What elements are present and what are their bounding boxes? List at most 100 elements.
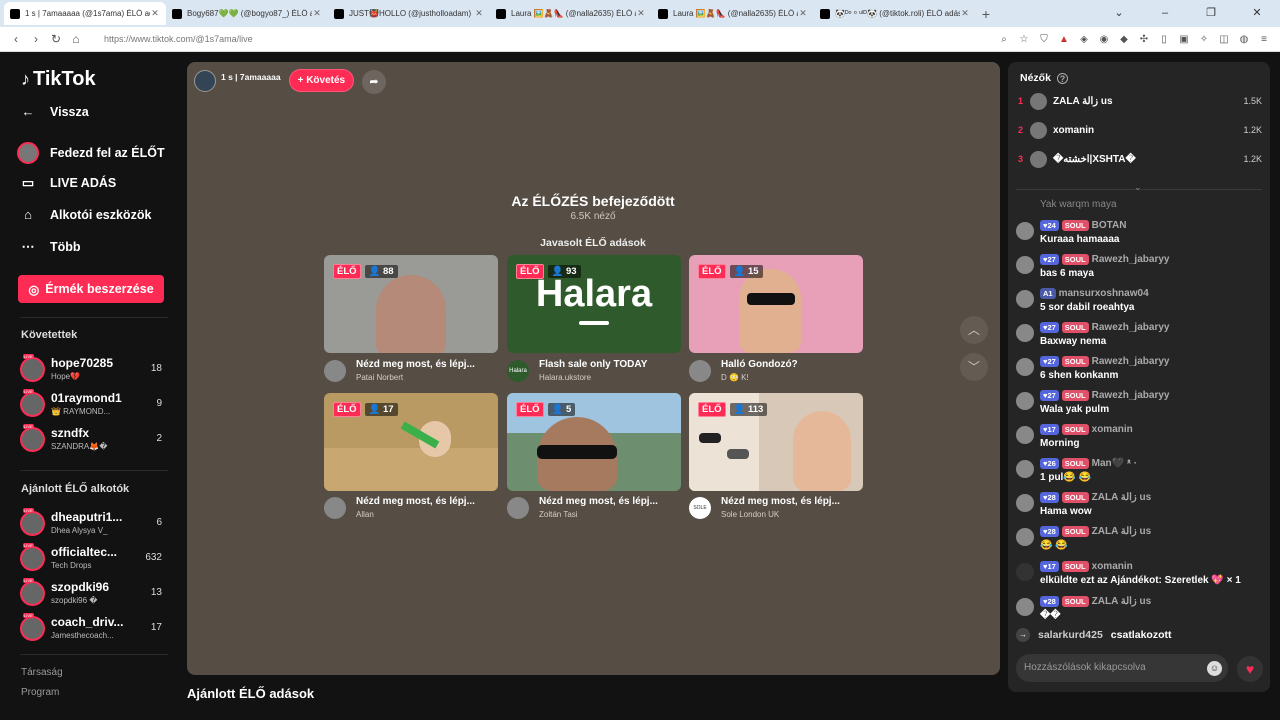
nav-live-broadcast[interactable]: ▭ LIVE ADÁS: [20, 175, 116, 191]
close-tab-icon[interactable]: ✕: [636, 8, 646, 19]
avatar[interactable]: [1016, 460, 1034, 478]
chat-user[interactable]: ZALA زالة us: [1092, 596, 1152, 607]
shield-icon[interactable]: ⛉: [1034, 34, 1054, 45]
following-item[interactable]: LIVE 01raymond1 👑 RAYMOND... 9: [20, 389, 166, 421]
top-viewer-row[interactable]: 2 xomanin 1.2K: [1018, 121, 1262, 141]
recommended-item[interactable]: LIVE szopdki96 szopdki96 � 13: [20, 578, 166, 610]
warning-icon[interactable]: ▲: [1054, 34, 1074, 45]
menu-icon[interactable]: ≡: [1254, 34, 1274, 45]
close-tab-icon[interactable]: ✕: [150, 8, 160, 19]
close-tab-icon[interactable]: ✕: [312, 8, 322, 19]
recommended-item[interactable]: LIVE officialtec... Tech Drops 632: [20, 543, 166, 575]
tiktok-logo[interactable]: ♪ TikTok: [21, 68, 96, 91]
minimize-icon[interactable]: –: [1142, 0, 1188, 27]
close-window-icon[interactable]: ✕: [1234, 0, 1280, 27]
like-heart-button[interactable]: ♥: [1237, 656, 1263, 682]
back-button[interactable]: ← Vissza: [20, 104, 89, 119]
avatar[interactable]: [1016, 324, 1034, 342]
avatar[interactable]: [1016, 290, 1034, 308]
following-item[interactable]: LIVE szndfx SZANDRA🦊� 2: [20, 424, 166, 456]
live-card-info[interactable]: Nézd meg most, és lépj... Patai Norbert: [324, 357, 498, 385]
browser-tab[interactable]: Bogy687💚💚 (@bogyo87_) ÉLŐ a ✕: [166, 2, 328, 25]
share-button[interactable]: ➦: [362, 70, 386, 94]
bookmark-star-icon[interactable]: ☆: [1014, 34, 1034, 45]
browser-tab[interactable]: Laura 🖼️🧸👠 (@nalla2635) ÉLŐ adá ✕: [490, 2, 652, 25]
chat-user[interactable]: Rawezh_jabaryy: [1092, 254, 1170, 265]
host-name[interactable]: 1 s | 7amaaaaa: [221, 72, 281, 82]
help-icon[interactable]: ?: [1056, 72, 1068, 84]
url-field[interactable]: https://www.tiktok.com/@1s7ama/live: [104, 34, 994, 44]
browser-tab[interactable]: Laura 🖼️🧸👠 (@nalla2635) ÉLŐ adá ✕: [652, 2, 814, 25]
live-card-thumbnail[interactable]: ÉLŐ 👤 17: [324, 393, 498, 491]
zoom-icon[interactable]: ⌕: [994, 34, 1014, 45]
extension-icon[interactable]: ◉: [1094, 34, 1114, 45]
extension-icon[interactable]: ◆: [1114, 34, 1134, 45]
live-card-thumbnail[interactable]: ÉLŐ 👤 15: [689, 255, 863, 353]
chat-user[interactable]: xomanin: [1092, 561, 1133, 572]
host-avatar[interactable]: [194, 69, 216, 92]
chat-user[interactable]: Man🖤 ᵜ ·: [1092, 458, 1137, 469]
collections-icon[interactable]: ◫: [1214, 34, 1234, 45]
avatar[interactable]: [1016, 528, 1034, 546]
avatar[interactable]: [1016, 392, 1034, 410]
chat-user[interactable]: BOTAN: [1092, 220, 1127, 231]
live-card-info[interactable]: SOLE Nézd meg most, és lépj... Sole London…: [689, 494, 863, 522]
follow-button[interactable]: + Követés: [288, 69, 355, 92]
live-card-thumbnail[interactable]: ÉLŐ 👤 88: [324, 255, 498, 353]
emoji-icon[interactable]: ☺: [1207, 661, 1222, 676]
avatar[interactable]: [1016, 494, 1034, 512]
live-card-thumbnail[interactable]: ÉLŐ 👤 5: [507, 393, 681, 491]
chat-user[interactable]: ZALA زالة us: [1092, 492, 1152, 503]
scroll-down-button[interactable]: ﹀: [960, 353, 988, 381]
live-card-info[interactable]: Halló Gondozó? D 😳 K!: [689, 357, 863, 385]
maximize-icon[interactable]: ❐: [1188, 0, 1234, 27]
following-item[interactable]: LIVE hope70285 Hope💔 18: [20, 354, 166, 386]
chat-user[interactable]: Rawezh_jabaryy: [1092, 356, 1170, 367]
footer-link-program[interactable]: Program: [21, 687, 59, 698]
browser-tab[interactable]: JUST👹HOLLO (@justholloadam) ÉL ✕: [328, 2, 490, 25]
scroll-up-button[interactable]: ︿: [960, 316, 988, 344]
forward-arrow-icon[interactable]: ›: [26, 32, 46, 46]
avatar[interactable]: [1016, 598, 1034, 616]
nav-explore-live[interactable]: Fedezd fel az ÉLŐT: [17, 142, 165, 164]
sidebar-icon[interactable]: ▯: [1154, 34, 1174, 45]
live-card-info[interactable]: Halara Flash sale only TODAY Halara.ukstor…: [507, 357, 681, 385]
browser-tab[interactable]: 1 s | 7amaaaaa (@1s7ama) ÉLŐ ad ✕: [4, 2, 166, 25]
new-tab-button[interactable]: +: [976, 6, 996, 22]
avatar[interactable]: [1016, 256, 1034, 274]
puzzle-icon[interactable]: ✣: [1134, 34, 1154, 45]
browser-tab[interactable]: 🐼ᴰᵒ ᵒ ᵘᴵᴰ🐼 (@tiktok.roli) ÉLŐ adás ✕: [814, 2, 976, 25]
avatar[interactable]: [1016, 358, 1034, 376]
chat-user[interactable]: Rawezh_jabaryy: [1092, 390, 1170, 401]
live-card-thumbnail[interactable]: ÉLŐ 👤 113: [689, 393, 863, 491]
chat-user[interactable]: Rawezh_jabaryy: [1092, 322, 1170, 333]
wallet-icon[interactable]: ▣: [1174, 34, 1194, 45]
home-icon[interactable]: ⌂: [66, 32, 86, 46]
vpn-icon[interactable]: ◍: [1234, 34, 1254, 45]
top-viewer-row[interactable]: 3 �اخشته|XSHTA� 1.2K: [1018, 150, 1262, 170]
close-tab-icon[interactable]: ✕: [960, 8, 970, 19]
close-tab-icon[interactable]: ✕: [474, 8, 484, 19]
extension-icon[interactable]: ◈: [1074, 34, 1094, 45]
footer-link-company[interactable]: Társaság: [21, 667, 63, 678]
top-viewer-row[interactable]: 1 ZALA زالة us 1.5K: [1018, 92, 1262, 112]
recommended-item[interactable]: LIVE dheaputri1... Dhea Alysya V_ 6: [20, 508, 166, 540]
avatar[interactable]: [1016, 426, 1034, 444]
back-arrow-icon[interactable]: ‹: [6, 32, 26, 46]
tab-search-icon[interactable]: ⌄: [1096, 0, 1142, 27]
live-card-info[interactable]: Nézd meg most, és lépj... Zoltán Tasi: [507, 494, 681, 522]
expand-chevron-icon[interactable]: ⌄: [1134, 182, 1142, 193]
chat-user[interactable]: ZALA زالة us: [1092, 526, 1152, 537]
reload-icon[interactable]: ↻: [46, 32, 66, 46]
chat-user[interactable]: xomanin: [1092, 424, 1133, 435]
live-card-info[interactable]: Nézd meg most, és lépj... Allan: [324, 494, 498, 522]
live-card-thumbnail[interactable]: Halara ÉLŐ 👤 93: [507, 255, 681, 353]
avatar[interactable]: [1016, 222, 1034, 240]
recommended-item[interactable]: LIVE coach_driv... Jamesthecoach... 17: [20, 613, 166, 645]
chat-user[interactable]: mansurxoshnaw04: [1059, 288, 1149, 299]
close-tab-icon[interactable]: ✕: [798, 8, 808, 19]
comment-input[interactable]: Hozzászólások kikapcsolva: [1016, 654, 1228, 682]
join-user[interactable]: salarkurd425: [1038, 629, 1103, 641]
get-coins-button[interactable]: ◎ Érmék beszerzése: [18, 275, 164, 303]
spark-icon[interactable]: ✧: [1194, 34, 1214, 45]
